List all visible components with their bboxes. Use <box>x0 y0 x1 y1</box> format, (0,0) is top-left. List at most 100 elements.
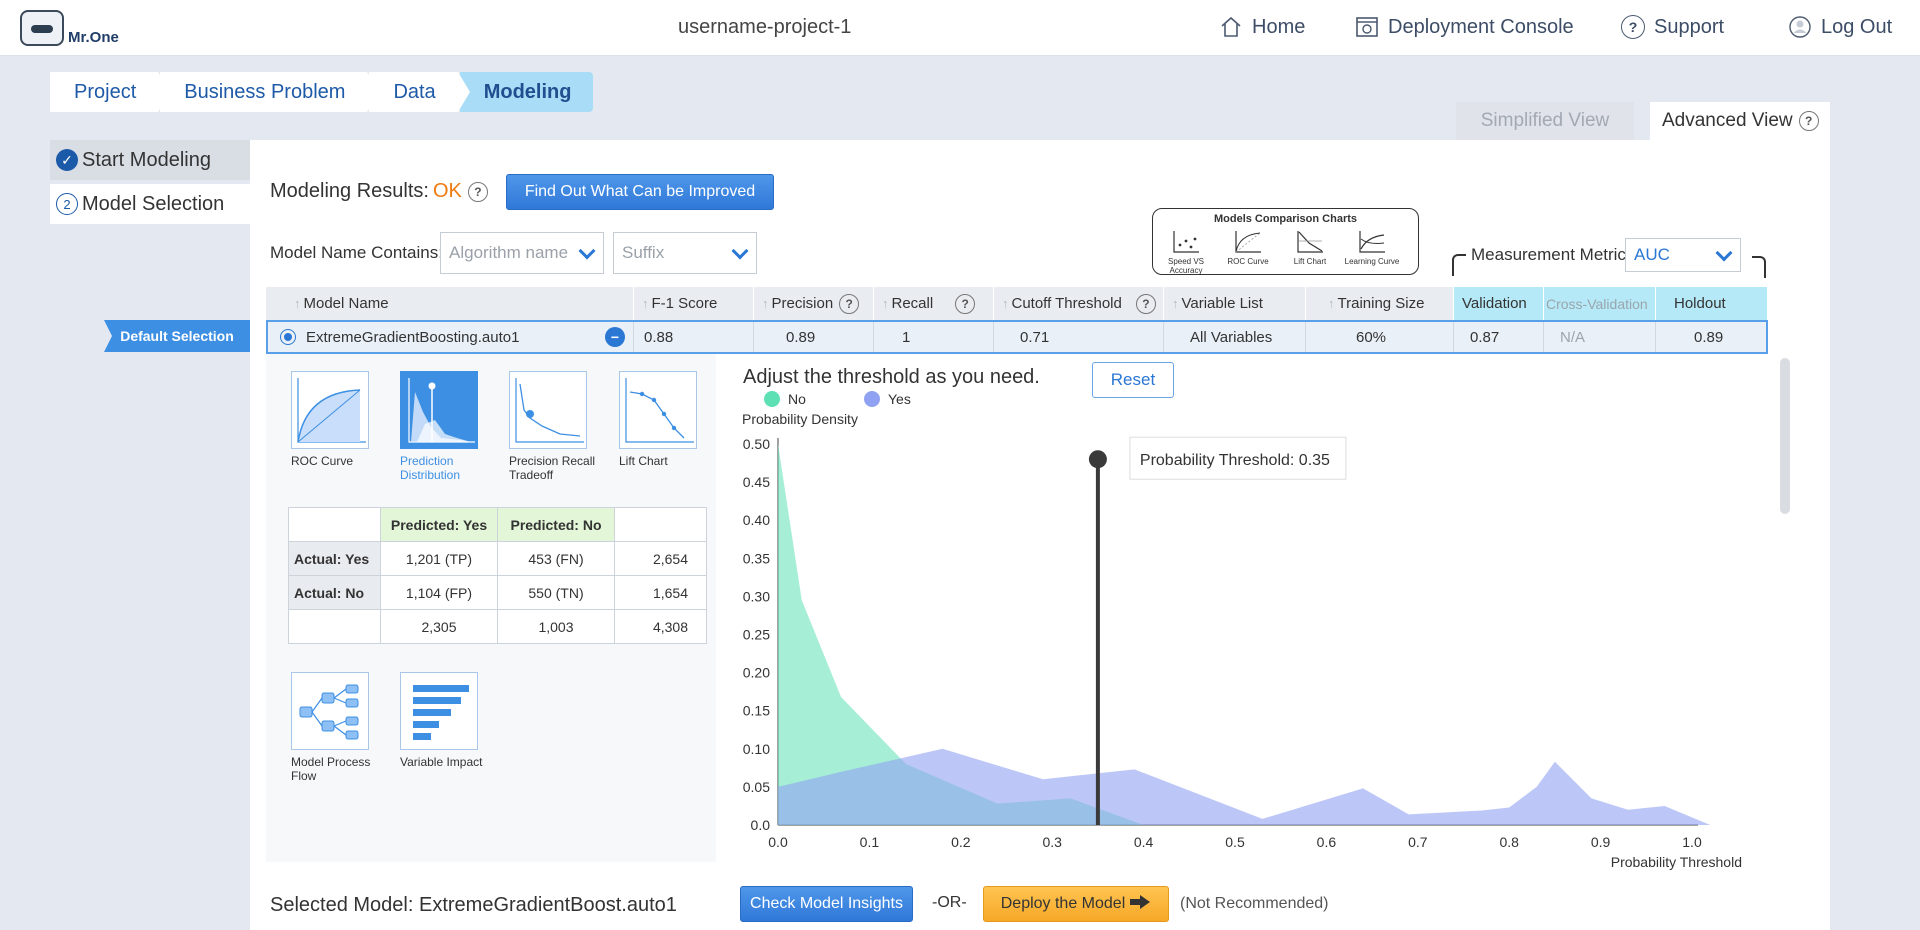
cm-cell: 550 (TN) <box>497 575 615 610</box>
x-tick-label: 0.2 <box>951 834 971 850</box>
robot-logo-icon <box>20 9 64 46</box>
roc-curve-thumbnail[interactable] <box>291 371 369 449</box>
suffix-select[interactable]: Suffix <box>613 232 757 274</box>
scrollbar[interactable] <box>1780 358 1790 514</box>
column-validation[interactable]: Validation <box>1454 287 1544 320</box>
metric-bracket-right <box>1752 256 1766 278</box>
cm-row-label: Actual: Yes <box>288 541 381 576</box>
column-f1-score[interactable]: ↑ F-1 Score <box>634 287 754 320</box>
tab-simplified-view[interactable]: Simplified View <box>1456 102 1634 140</box>
nav-deployment-console[interactable]: Deployment Console <box>1354 14 1574 40</box>
column-variable-list-label: Variable List <box>1181 295 1263 312</box>
sort-icon: ↑ <box>294 296 301 311</box>
column-holdout[interactable]: Holdout <box>1656 287 1768 320</box>
cm-cell: 2,654 <box>614 541 707 576</box>
precision-recall-thumbnail[interactable] <box>509 371 587 449</box>
table-row[interactable]: ExtremeGradientBoosting.auto1 − 0.88 0.8… <box>266 320 1768 354</box>
nav-logout[interactable]: Log Out <box>1787 14 1892 40</box>
algorithm-name-select[interactable]: Algorithm name <box>440 232 604 274</box>
breadcrumb-business-problem[interactable]: Business Problem <box>160 72 380 112</box>
column-precision[interactable]: ↑ Precision? <box>754 287 874 320</box>
cell-f1: 0.88 <box>634 322 754 352</box>
prediction-distribution-thumb-label: Prediction Distribution <box>400 454 461 482</box>
step-model-selection[interactable]: 2 Model Selection <box>50 184 250 224</box>
project-name: username-project-1 <box>678 16 852 38</box>
measurement-metric-select[interactable]: AUC <box>1625 238 1741 272</box>
models-comparison-charts[interactable]: Models Comparison Charts Speed VS Accura… <box>1152 208 1419 275</box>
chevron-down-icon <box>731 242 749 260</box>
column-model-name[interactable]: ↑ Model Name <box>266 287 634 320</box>
y-axis-label: Probability Density <box>742 411 858 427</box>
nav-support-label: Support <box>1654 15 1725 38</box>
breadcrumb: Project Business Problem Data Modeling <box>50 72 595 112</box>
x-axis-label: Probability Threshold <box>1611 854 1742 870</box>
metric-bracket-left <box>1452 254 1466 276</box>
nav-deployment-console-label: Deployment Console <box>1388 15 1574 38</box>
roc-curve-label: ROC Curve <box>1227 257 1269 266</box>
help-icon[interactable]: ? <box>1798 111 1819 131</box>
column-variable-list[interactable]: ↑ Variable List <box>1164 287 1306 320</box>
column-cross-validation[interactable]: Cross-Validation <box>1544 287 1656 320</box>
cm-header-total <box>614 507 707 542</box>
roc-curve-icon <box>1235 231 1261 253</box>
breadcrumb-project[interactable]: Project <box>50 72 171 112</box>
help-icon[interactable]: ? <box>1135 293 1156 314</box>
cm-row-label <box>288 609 381 644</box>
model-name-contains-label: Model Name Contains: <box>270 243 443 262</box>
lift-chart[interactable]: Lift Chart <box>1279 229 1341 266</box>
variable-impact-thumbnail[interactable] <box>400 672 478 750</box>
help-icon[interactable]: ? <box>467 181 488 202</box>
cm-header-predicted-yes: Predicted: Yes <box>380 507 498 542</box>
modeling-results: Modeling Results: OK ? <box>270 180 488 203</box>
model-radio[interactable] <box>280 329 296 345</box>
find-improvements-button[interactable]: Find Out What Can be Improved <box>506 174 774 210</box>
nav-home[interactable]: Home <box>1218 14 1305 40</box>
deploy-model-button[interactable]: Deploy the Model <box>983 886 1169 922</box>
tab-advanced-view[interactable]: Advanced View? <box>1650 102 1830 140</box>
help-icon[interactable]: ? <box>839 293 860 314</box>
logo[interactable]: Mr.One <box>20 9 119 46</box>
lift-chart-thumbnail[interactable] <box>619 371 697 449</box>
cell-cross-validation: N/A <box>1544 322 1656 352</box>
check-model-insights-button[interactable]: Check Model Insights <box>740 886 913 922</box>
models-table-header: ↑ Model Name ↑ F-1 Score ↑ Precision? ↑ Reca… <box>266 287 1768 320</box>
nav-support[interactable]: ? Support <box>1620 14 1724 40</box>
y-tick-label: 0.20 <box>743 665 770 681</box>
help-icon[interactable]: ? <box>955 293 976 314</box>
threshold-tooltip-text: Probability Threshold: 0.35 <box>1140 452 1330 469</box>
model-process-flow-thumbnail[interactable] <box>291 672 369 750</box>
breadcrumb-modeling[interactable]: Modeling <box>459 72 594 112</box>
logo-text: Mr.One <box>68 29 119 46</box>
roc-curve-chart[interactable]: ROC Curve <box>1217 229 1279 266</box>
collapse-icon[interactable]: − <box>605 327 625 347</box>
breadcrumb-data[interactable]: Data <box>369 72 470 112</box>
cm-corner <box>288 507 381 542</box>
deploy-model-label: Deploy the Model <box>1000 895 1126 912</box>
prediction-distribution-thumbnail[interactable] <box>400 371 478 449</box>
threshold-handle[interactable] <box>1088 450 1107 469</box>
tab-simplified-label: Simplified View <box>1480 110 1610 131</box>
column-recall[interactable]: ↑ Recall? <box>874 287 994 320</box>
column-cutoff-threshold-label: Cutoff Threshold <box>1011 295 1122 312</box>
algorithm-name-placeholder: Algorithm name <box>449 243 569 262</box>
legend-label: Yes <box>888 391 911 407</box>
prediction-distribution-chart[interactable]: No Yes Probability Density 0.0 0.05 0.10 0.15 0… <box>730 386 1760 870</box>
speed-vs-accuracy-chart[interactable]: Speed VS Accuracy <box>1155 229 1217 275</box>
cm-cell: 4,308 <box>614 609 707 644</box>
column-cross-validation-label: Cross-Validation <box>1546 295 1648 312</box>
y-tick-label: 0.10 <box>743 741 770 757</box>
column-cutoff-threshold[interactable]: ↑ Cutoff Threshold? <box>994 287 1164 320</box>
column-training-size[interactable]: ↑ Training Size <box>1306 287 1454 320</box>
cell-cutoff: 0.71 <box>994 322 1164 352</box>
roc-curve-icon <box>297 378 366 443</box>
step-number-icon: 2 <box>56 193 78 215</box>
question-icon: ? <box>1620 14 1646 40</box>
cm-cell: 1,003 <box>497 609 615 644</box>
model-name-text: ExtremeGradientBoosting.auto1 <box>306 328 520 346</box>
learning-curve-chart[interactable]: Learning Curve <box>1341 229 1403 266</box>
precision-recall-thumb-label: Precision Recall Tradeoff <box>509 454 596 482</box>
top-bar: Mr.One username-project-1 Home Deploymen… <box>0 0 1920 56</box>
step-start-modeling-label: Start Modeling <box>82 148 211 171</box>
sort-icon: ↑ <box>1172 296 1179 311</box>
step-start-modeling[interactable]: ✓ Start Modeling <box>50 140 250 180</box>
